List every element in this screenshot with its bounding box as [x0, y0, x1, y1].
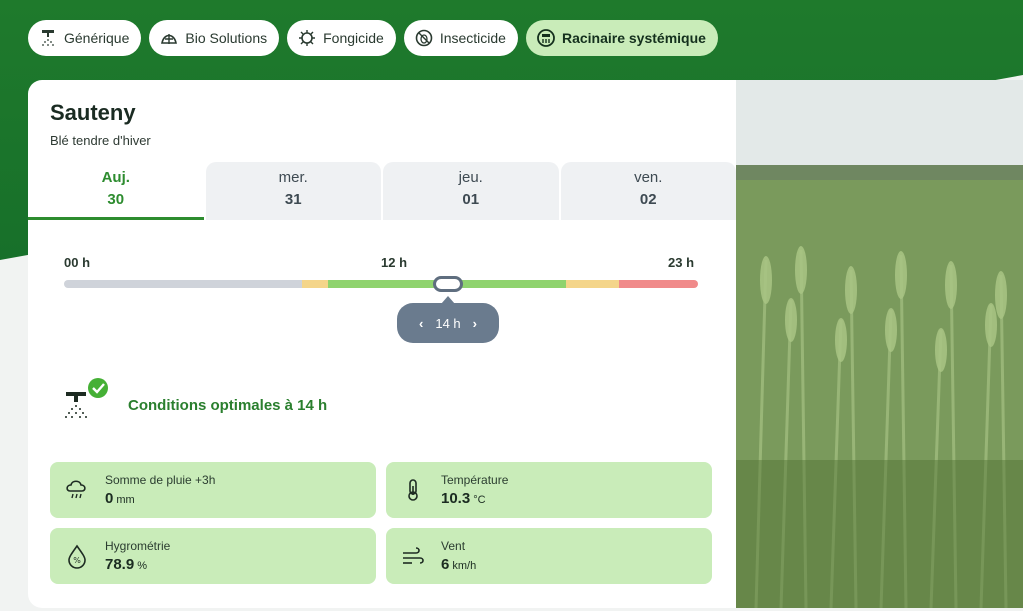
tab-racinaire-systemique[interactable]: Racinaire systémique	[525, 20, 718, 56]
tab-generique-label: Générique	[64, 30, 130, 46]
metric-value: 0	[105, 490, 114, 507]
timeline-slider-handle[interactable]	[433, 276, 463, 292]
metric-label: Somme de pluie +3h	[105, 473, 216, 487]
metric-label: Température	[441, 473, 509, 487]
bug-icon	[415, 29, 433, 47]
metric-label: Hygrométrie	[105, 539, 171, 553]
tab-fongicide-label: Fongicide	[323, 30, 384, 46]
thermometer-icon	[408, 479, 418, 501]
metric-rain: Somme de pluie +3h 0 mm	[50, 462, 376, 518]
metric-wind: Vent 6 km/h	[386, 528, 712, 584]
wind-icon	[403, 547, 424, 564]
timeline-segment	[618, 280, 698, 288]
tab-generique[interactable]: Générique	[28, 20, 142, 56]
rain-icon	[66, 480, 86, 499]
selected-hour-selector: ‹ 14 h ›	[397, 296, 499, 343]
day-name: jeu.	[458, 169, 483, 186]
metric-unit: km/h	[452, 560, 477, 572]
root-icon	[537, 29, 555, 47]
timeline-start-label: 00 h	[64, 255, 91, 270]
metric-temperature: Température 10.3 °C	[386, 462, 712, 518]
location-title: Sauteny	[50, 100, 136, 125]
timeline-segment	[565, 280, 619, 288]
timeline-mid-label: 12 h	[381, 255, 408, 270]
metric-label: Vent	[441, 539, 466, 553]
crop-subtitle: Blé tendre d'hiver	[50, 133, 151, 148]
timeline-segment	[64, 280, 302, 288]
metric-unit: °C	[473, 494, 486, 506]
wheat-field-photo	[736, 80, 1023, 608]
day-name: mer.	[278, 169, 308, 186]
weather-card: Sauteny Blé tendre d'hiver Auj. 30 mer. …	[28, 80, 1023, 608]
tab-fongicide[interactable]: Fongicide	[287, 20, 396, 56]
day-tab-thursday[interactable]: jeu. 01	[383, 162, 559, 220]
day-tabs: Auj. 30 mer. 31 jeu. 01 ven. 02	[28, 162, 736, 220]
previous-hour-button[interactable]: ‹	[419, 316, 423, 331]
day-number: 30	[107, 191, 125, 208]
selected-hour-value: 14 h	[435, 315, 461, 331]
day-number: 02	[639, 191, 657, 208]
metric-value: 78.9	[105, 556, 135, 573]
tab-insecticide[interactable]: Insecticide	[403, 20, 518, 56]
condition-status-text: Conditions optimales à 14 h	[128, 397, 328, 414]
metric-unit: mm	[116, 494, 135, 506]
day-number: 31	[284, 191, 302, 208]
tab-bio-solutions[interactable]: Bio Solutions	[149, 20, 280, 56]
day-tab-wednesday[interactable]: mer. 31	[205, 162, 381, 220]
tab-bio-solutions-label: Bio Solutions	[185, 30, 268, 46]
metric-humidity: % Hygrométrie 78.9%	[50, 528, 376, 584]
metric-value: 6	[441, 556, 450, 573]
category-tabs: Générique Bio Solutions Fongicide Insect…	[28, 20, 718, 56]
next-hour-button[interactable]: ›	[473, 316, 477, 331]
sprayer-check-icon	[65, 378, 108, 418]
sprayer-icon	[42, 30, 54, 46]
hour-timeline[interactable]	[64, 280, 698, 288]
day-name: Auj.	[101, 169, 130, 186]
tab-insecticide-label: Insecticide	[439, 30, 506, 46]
tab-racinaire-systemique-label: Racinaire systémique	[561, 30, 706, 46]
humidity-icon: %	[68, 544, 86, 569]
day-tab-today[interactable]: Auj. 30	[28, 162, 204, 220]
day-number: 01	[462, 191, 480, 208]
day-name: ven.	[634, 169, 663, 186]
timeline-segment	[301, 280, 329, 288]
metric-value: 10.3	[441, 490, 471, 507]
fungus-icon	[299, 30, 316, 46]
svg-text:%: %	[73, 556, 81, 565]
bio-icon	[161, 34, 178, 44]
metric-unit: %	[137, 560, 147, 572]
conditions-panel: Sauteny Blé tendre d'hiver Auj. 30 mer. …	[28, 80, 736, 608]
day-tab-friday[interactable]: ven. 02	[560, 162, 736, 220]
timeline-end-label: 23 h	[668, 255, 695, 270]
